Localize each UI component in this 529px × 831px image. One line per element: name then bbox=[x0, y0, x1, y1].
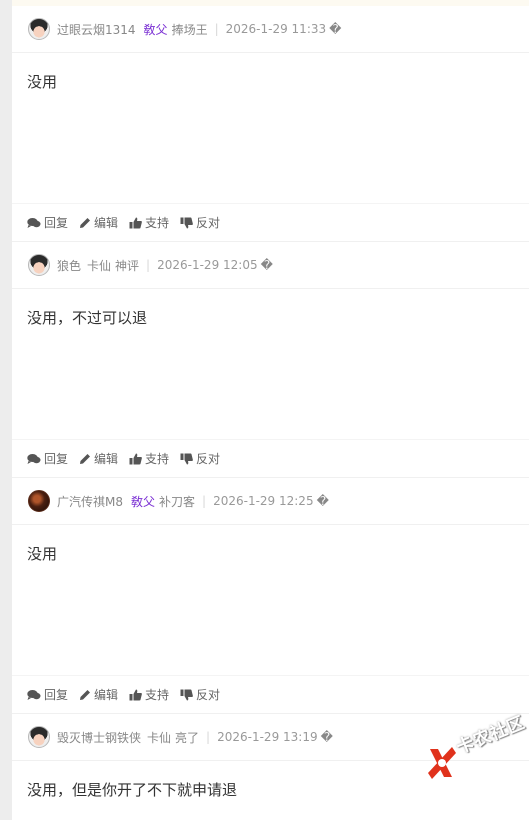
comments-icon bbox=[27, 217, 41, 228]
post-time: 2026-1-29 12:25 bbox=[213, 494, 314, 508]
reply-label: 回复 bbox=[44, 452, 69, 466]
unknown-glyph: � bbox=[320, 730, 333, 744]
thumbs-up-icon bbox=[129, 689, 142, 700]
post-time: 2026-1-29 13:19 bbox=[217, 730, 318, 744]
user-title: 亮了 bbox=[175, 730, 200, 745]
edit-label: 编辑 bbox=[94, 452, 119, 466]
reply-label: 回复 bbox=[44, 688, 69, 702]
oppose-label: 反对 bbox=[196, 452, 221, 466]
support-label: 支持 bbox=[145, 688, 170, 702]
reply-post: 狼色 卡仙 神评 | 2026-1-29 12:05 � 没用，不过可以退 回复… bbox=[12, 242, 529, 478]
user-title: 捧场王 bbox=[171, 22, 208, 37]
user-title: 神评 bbox=[115, 258, 140, 273]
pencil-icon bbox=[80, 453, 91, 464]
unknown-glyph: � bbox=[316, 494, 329, 508]
edit-label: 编辑 bbox=[94, 688, 119, 702]
reply-feed: 过眼云烟1314 敎父 捧场王 | 2026-1-29 11:33 � 没用 回… bbox=[12, 6, 529, 831]
oppose-button[interactable]: 反对 bbox=[180, 214, 220, 231]
edit-button[interactable]: 编辑 bbox=[79, 214, 118, 231]
divider: | bbox=[206, 730, 211, 744]
support-button[interactable]: 支持 bbox=[129, 686, 169, 703]
reply-post: 过眼云烟1314 敎父 捧场王 | 2026-1-29 11:33 � 没用 回… bbox=[12, 6, 529, 242]
comments-icon bbox=[27, 453, 41, 464]
user-badge: 敎父 bbox=[131, 494, 156, 509]
post-header: 狼色 卡仙 神评 | 2026-1-29 12:05 � bbox=[12, 242, 529, 289]
comments-icon bbox=[27, 689, 41, 700]
kanong-logo-icon bbox=[428, 747, 456, 779]
username-link[interactable]: 过眼云烟1314 bbox=[57, 21, 136, 38]
left-gutter bbox=[0, 0, 12, 820]
kanong-watermark: 卡农社区 bbox=[424, 713, 528, 787]
reply-button[interactable]: 回复 bbox=[27, 214, 68, 231]
reply-post: 广汽传祺M8 敎父 补刀客 | 2026-1-29 12:25 � 没用 回复 … bbox=[12, 478, 529, 714]
reply-button[interactable]: 回复 bbox=[27, 686, 68, 703]
avatar[interactable] bbox=[28, 726, 50, 748]
post-header: 广汽传祺M8 敎父 补刀客 | 2026-1-29 12:25 � bbox=[12, 478, 529, 525]
post-time: 2026-1-29 11:33 bbox=[225, 22, 327, 36]
oppose-button[interactable]: 反对 bbox=[180, 450, 220, 467]
thumbs-down-icon bbox=[180, 689, 193, 700]
edit-button[interactable]: 编辑 bbox=[79, 686, 118, 703]
username-link[interactable]: 毁灭博士钢铁侠 bbox=[57, 729, 141, 746]
thumbs-down-icon bbox=[180, 217, 193, 228]
post-content: 没用 bbox=[12, 525, 529, 676]
user-title: 补刀客 bbox=[159, 494, 196, 509]
post-time: 2026-1-29 12:05 bbox=[157, 258, 258, 272]
edit-label: 编辑 bbox=[94, 216, 119, 230]
post-content: 没用，不过可以退 bbox=[12, 289, 529, 440]
unknown-glyph: � bbox=[260, 258, 273, 272]
support-label: 支持 bbox=[145, 452, 170, 466]
support-label: 支持 bbox=[145, 216, 170, 230]
reply-label: 回复 bbox=[44, 216, 69, 230]
post-actions: 回复 编辑 支持 反对 bbox=[12, 204, 529, 242]
pencil-icon bbox=[80, 689, 91, 700]
unknown-glyph: � bbox=[329, 22, 342, 36]
user-badge: 卡仙 bbox=[87, 258, 112, 273]
divider: | bbox=[202, 494, 207, 508]
post-actions: 回复 编辑 支持 反对 bbox=[12, 676, 529, 714]
post-actions: 回复 编辑 支持 反对 bbox=[12, 440, 529, 478]
divider: | bbox=[214, 22, 219, 36]
pencil-icon bbox=[80, 217, 91, 228]
thumbs-up-icon bbox=[129, 217, 142, 228]
support-button[interactable]: 支持 bbox=[129, 214, 169, 231]
oppose-label: 反对 bbox=[196, 688, 221, 702]
avatar[interactable] bbox=[28, 18, 50, 40]
username-link[interactable]: 广汽传祺M8 bbox=[57, 493, 123, 510]
post-header: 过眼云烟1314 敎父 捧场王 | 2026-1-29 11:33 � bbox=[12, 6, 529, 53]
username-link[interactable]: 狼色 bbox=[57, 257, 81, 274]
thumbs-up-icon bbox=[129, 453, 142, 464]
avatar[interactable] bbox=[28, 490, 50, 512]
edit-button[interactable]: 编辑 bbox=[79, 450, 118, 467]
reply-button[interactable]: 回复 bbox=[27, 450, 68, 467]
divider: | bbox=[146, 258, 151, 272]
post-content: 没用 bbox=[12, 53, 529, 204]
support-button[interactable]: 支持 bbox=[129, 450, 169, 467]
oppose-button[interactable]: 反对 bbox=[180, 686, 220, 703]
user-badge: 卡仙 bbox=[147, 730, 172, 745]
oppose-label: 反对 bbox=[196, 216, 221, 230]
avatar[interactable] bbox=[28, 254, 50, 276]
thumbs-down-icon bbox=[180, 453, 193, 464]
user-badge: 敎父 bbox=[143, 22, 168, 37]
